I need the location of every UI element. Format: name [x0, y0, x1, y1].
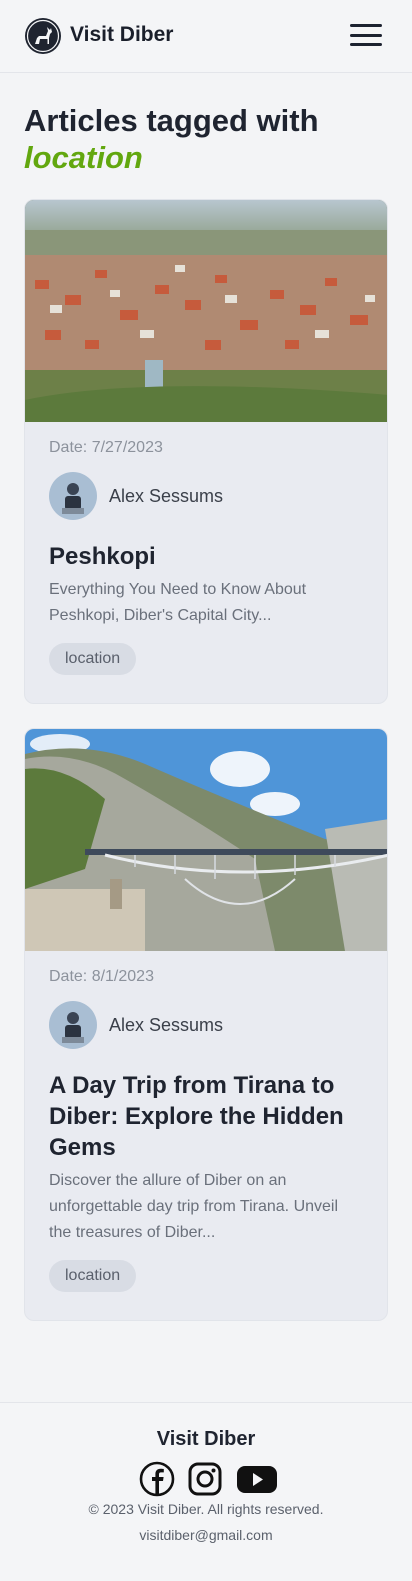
top-navbar: Visit Diber [0, 0, 412, 73]
avatar[interactable] [49, 472, 97, 520]
page-title: Articles tagged with [24, 103, 319, 138]
tag-chip[interactable]: location [49, 1260, 137, 1292]
instagram-icon[interactable] [187, 1461, 223, 1497]
goat-logo-icon[interactable] [24, 17, 62, 55]
copyright-text: © 2023 Visit Diber. All rights reserved. [88, 1501, 324, 1517]
article-card[interactable]: Date: 7/27/2023 Alex Sessums Peshkopi Ev… [24, 199, 388, 704]
author-row[interactable]: Alex Sessums [49, 472, 363, 520]
article-excerpt: Discover the allure of Diber on an unfor… [49, 1172, 339, 1241]
author-name[interactable]: Alex Sessums [109, 486, 223, 507]
author-name[interactable]: Alex Sessums [109, 1015, 223, 1036]
article-image-day-trip[interactable] [25, 729, 388, 951]
hamburger-menu-icon[interactable] [350, 24, 382, 48]
article-image-peshkopi[interactable] [25, 200, 388, 422]
article-card[interactable]: Date: 8/1/2023 Alex Sessums A Day Trip f… [24, 728, 388, 1321]
author-row[interactable]: Alex Sessums [49, 1001, 363, 1049]
avatar[interactable] [49, 1001, 97, 1049]
page-heading: Articles tagged with location [24, 102, 394, 176]
page-tag-name: location [24, 140, 143, 175]
social-links [139, 1461, 279, 1497]
footer-brand[interactable]: Visit Diber [0, 1428, 412, 1451]
brand-name[interactable]: Visit Diber [70, 23, 173, 47]
youtube-icon[interactable] [235, 1461, 279, 1497]
contact-email[interactable]: visitdiber@gmail.com [0, 1527, 412, 1543]
footer: Visit Diber © 2023 Visit Diber. All righ… [0, 1402, 412, 1581]
article-title[interactable]: Peshkopi [49, 541, 363, 572]
article-excerpt: Everything You Need to Know About Peshko… [49, 581, 307, 624]
facebook-icon[interactable] [139, 1461, 175, 1497]
article-date: Date: 8/1/2023 [49, 968, 154, 985]
tag-chip[interactable]: location [49, 643, 137, 675]
article-date: Date: 7/27/2023 [49, 439, 163, 456]
article-title[interactable]: A Day Trip from Tirana to Diber: Explore… [49, 1070, 363, 1163]
